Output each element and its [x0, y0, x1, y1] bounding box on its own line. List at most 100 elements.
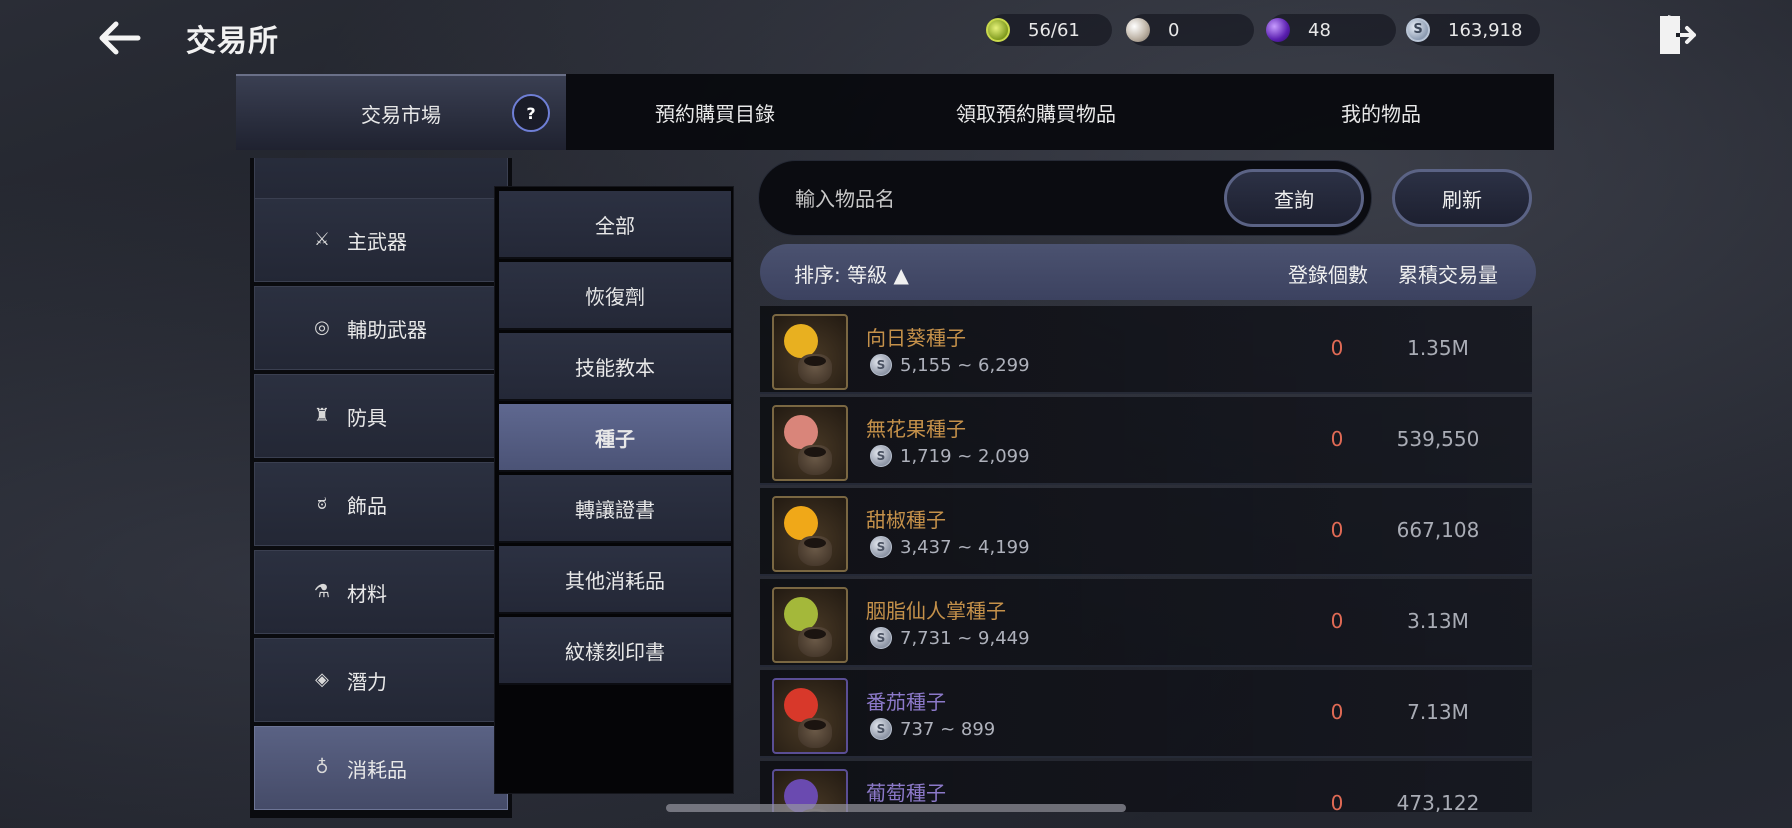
tab-reservation-list[interactable]: 預約購買目錄	[566, 74, 864, 150]
tab-label: 交易市場	[361, 102, 441, 127]
pearl-icon	[1126, 18, 1150, 42]
subcategory-skill-book[interactable]: 技能教本	[499, 333, 731, 401]
target-ring-icon: ◎	[314, 317, 330, 338]
search-input[interactable]	[795, 181, 1215, 217]
category-label: 消耗品	[347, 757, 407, 782]
query-button[interactable]: 查詢	[1224, 169, 1364, 227]
category-label: 材料	[347, 581, 387, 606]
currency-value: 0	[1168, 19, 1180, 41]
flask-icon: ⚗	[313, 581, 331, 602]
listed-count: 0	[1330, 518, 1344, 542]
tab-label: 我的物品	[1341, 101, 1421, 126]
listed-count: 0	[1330, 609, 1344, 633]
currency-orb: 48	[1266, 14, 1396, 46]
item-name: 葡萄種子	[866, 781, 946, 805]
table-row[interactable]: 向日葵種子 S 5,155 ~ 6,299 0 1.35M	[760, 306, 1532, 394]
diamond-icon: ◈	[315, 669, 329, 690]
tab-label: 預約購買目錄	[655, 101, 775, 126]
category-material[interactable]: ⚗ 材料	[254, 550, 508, 634]
category-sub-weapon[interactable]: ◎ 輔助武器	[254, 286, 508, 370]
arrow-left-icon	[99, 21, 141, 55]
table-row[interactable]: 胭脂仙人掌種子 S 7,731 ~ 9,449 0 3.13M	[760, 579, 1532, 667]
listed-count: 0	[1330, 791, 1344, 812]
category-label: 飾品	[347, 493, 387, 518]
currency-value: 48	[1308, 19, 1331, 41]
tab-label: 領取預約購買物品	[956, 101, 1116, 126]
table-row[interactable]: 甜椒種子 S 3,437 ~ 4,199 0 667,108	[760, 488, 1532, 576]
category-consumable[interactable]: ♁ 消耗品	[254, 726, 508, 810]
item-name: 無花果種子	[866, 417, 966, 441]
item-name: 胭脂仙人掌種子	[866, 599, 1006, 623]
currency-silver: S 163,918	[1406, 14, 1540, 46]
subcategory-list: 全部 恢復劑 技能教本 種子 轉讓證書 其他消耗品 紋樣刻印書	[494, 186, 734, 794]
trade-volume: 7.13M	[1407, 700, 1469, 724]
subcategory-recovery[interactable]: 恢復劑	[499, 262, 731, 330]
category-label: 輔助武器	[347, 317, 427, 342]
tomato-seed-icon	[772, 678, 848, 754]
silver-coin-icon: S	[870, 536, 892, 558]
currency-energy: 56/61	[986, 14, 1112, 46]
item-price: S 737 ~ 899	[870, 718, 995, 740]
tab-bar: 交易市場 ? 預約購買目錄 領取預約購買物品 我的物品	[236, 74, 1554, 150]
category-label: 防具	[347, 405, 387, 430]
horizontal-scrollbar[interactable]	[666, 804, 1126, 812]
subcategory-all[interactable]: 全部	[499, 191, 731, 259]
armor-icon: ♜	[313, 405, 331, 426]
tab-my-items[interactable]: 我的物品	[1208, 74, 1554, 150]
price-range: 5,155 ~ 6,299	[900, 354, 1030, 376]
category-label: 主武器	[347, 229, 407, 254]
help-book-icon[interactable]: ?	[512, 94, 550, 132]
partial-item-icon	[311, 158, 333, 175]
subcategory-other-consumable[interactable]: 其他消耗品	[499, 546, 731, 614]
crossed-swords-icon: ⚔	[313, 229, 331, 250]
exit-door-icon	[1660, 15, 1696, 54]
trade-volume: 539,550	[1396, 427, 1480, 451]
table-row[interactable]: 無花果種子 S 1,719 ~ 2,099 0 539,550	[760, 397, 1532, 485]
ring-icon: ಠ	[317, 493, 327, 514]
listed-count: 0	[1330, 427, 1344, 451]
back-button[interactable]	[92, 14, 148, 62]
trade-volume: 1.35M	[1407, 336, 1469, 360]
tab-claim-reserved[interactable]: 領取預約購買物品	[864, 74, 1208, 150]
subcategory-seed[interactable]: 種子	[499, 404, 731, 472]
item-price: S 1,719 ~ 2,099	[870, 445, 1030, 467]
category-potential[interactable]: ◈ 潛力	[254, 638, 508, 722]
subcategory-pattern-book[interactable]: 紋樣刻印書	[499, 617, 731, 685]
category-armor[interactable]: ♜ 防具	[254, 374, 508, 458]
trade-volume: 3.13M	[1407, 609, 1469, 633]
item-name: 向日葵種子	[866, 326, 966, 350]
price-range: 1,719 ~ 2,099	[900, 445, 1030, 467]
exit-button[interactable]	[1654, 12, 1700, 58]
refresh-button[interactable]: 刷新	[1392, 169, 1532, 227]
potion-icon: ♁	[315, 757, 329, 778]
column-header-volume: 累積交易量	[1398, 263, 1498, 287]
category-list: ⚔ 主武器 ◎ 輔助武器 ♜ 防具 ಠ 飾品 ⚗ 材料 ◈ 潛力 ♁ 消耗品	[250, 158, 512, 818]
listed-count: 0	[1330, 700, 1344, 724]
item-price: S 5,155 ~ 6,299	[870, 354, 1030, 376]
listed-count: 0	[1330, 336, 1344, 360]
price-range: 737 ~ 899	[900, 718, 996, 740]
item-price: S 3,437 ~ 4,199	[870, 536, 1030, 558]
fig-seed-icon	[772, 405, 848, 481]
purple-orb-icon	[1266, 18, 1290, 42]
currency-value: 56/61	[1028, 19, 1080, 41]
category-label: 潛力	[347, 669, 387, 694]
currency-pearl: 0	[1126, 14, 1254, 46]
price-range: 7,731 ~ 9,449	[900, 627, 1030, 649]
subcategory-transfer-cert[interactable]: 轉讓證書	[499, 475, 731, 543]
category-accessory[interactable]: ಠ 飾品	[254, 462, 508, 546]
item-price: S 7,731 ~ 9,449	[870, 627, 1030, 649]
price-range: 3,437 ~ 4,199	[900, 536, 1030, 558]
silver-coin-icon: S	[870, 354, 892, 376]
column-header-count: 登錄個數	[1288, 263, 1368, 287]
sunflower-seed-icon	[772, 314, 848, 390]
trade-volume: 667,108	[1396, 518, 1480, 542]
item-name: 甜椒種子	[866, 508, 946, 532]
sort-selector[interactable]: 排序: 等級 ▲	[794, 259, 909, 288]
cactus-seed-icon	[772, 587, 848, 663]
category-main-weapon[interactable]: ⚔ 主武器	[254, 198, 508, 282]
tab-trade-market[interactable]: 交易市場 ?	[236, 74, 566, 150]
silver-coin-icon: S	[1406, 18, 1430, 42]
silver-coin-icon: S	[870, 627, 892, 649]
table-row[interactable]: 番茄種子 S 737 ~ 899 0 7.13M	[760, 670, 1532, 758]
